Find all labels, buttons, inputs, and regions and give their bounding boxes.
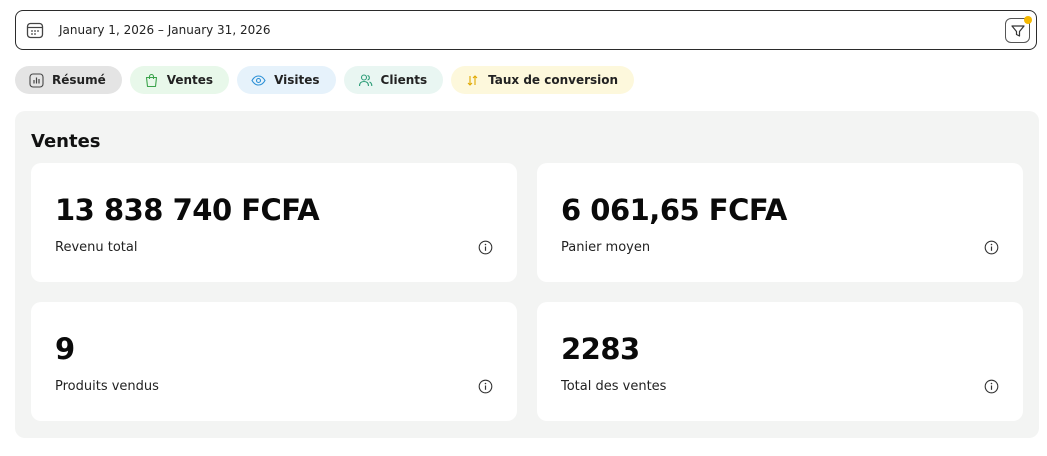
metric-card-produits-vendus: 9 Produits vendus xyxy=(31,302,517,421)
filter-button[interactable] xyxy=(1005,16,1032,43)
metric-value: 6 061,65 FCFA xyxy=(561,193,787,227)
tab-bar: Résumé Ventes Visites Clients Taux de co… xyxy=(15,66,635,94)
metric-label: Total des ventes xyxy=(561,379,667,394)
bar-chart-icon xyxy=(29,72,44,88)
tab-ventes[interactable]: Ventes xyxy=(129,66,230,94)
eye-icon xyxy=(251,73,266,88)
tab-label: Visites xyxy=(274,73,320,87)
tab-taux-de-conversion[interactable]: Taux de conversion xyxy=(451,66,635,94)
tab-clients[interactable]: Clients xyxy=(343,66,444,94)
info-icon[interactable] xyxy=(478,379,493,394)
date-range-text: January 1, 2026 – January 31, 2026 xyxy=(59,23,271,37)
metric-label: Produits vendus xyxy=(55,379,159,394)
filter-active-indicator xyxy=(1024,16,1032,24)
analytics-dashboard: January 1, 2026 – January 31, 2026 Résum… xyxy=(0,0,1047,456)
tab-visites[interactable]: Visites xyxy=(237,66,336,94)
section-title: Ventes xyxy=(31,131,101,152)
metric-value: 9 xyxy=(55,332,75,366)
metric-card-panier-moyen: 6 061,65 FCFA Panier moyen xyxy=(537,163,1023,282)
metric-card-revenu-total: 13 838 740 FCFA Revenu total xyxy=(31,163,517,282)
metric-value: 13 838 740 FCFA xyxy=(55,193,320,227)
info-icon[interactable] xyxy=(984,379,999,394)
info-icon[interactable] xyxy=(984,240,999,255)
metric-card-total-des-ventes: 2283 Total des ventes xyxy=(537,302,1023,421)
metric-value: 2283 xyxy=(561,332,640,366)
metric-label: Revenu total xyxy=(55,240,138,255)
metric-label: Panier moyen xyxy=(561,240,651,255)
tab-label: Résumé xyxy=(52,73,106,87)
users-icon xyxy=(358,73,373,88)
calendar-icon xyxy=(26,21,44,39)
tab-label: Clients xyxy=(380,73,428,87)
filter-icon xyxy=(1010,23,1026,39)
tab-resume[interactable]: Résumé xyxy=(15,66,122,94)
sort-arrows-icon xyxy=(465,73,480,88)
info-icon[interactable] xyxy=(478,240,493,255)
shopping-bag-icon xyxy=(144,73,159,88)
tab-label: Ventes xyxy=(166,73,214,87)
tab-label: Taux de conversion xyxy=(488,73,619,87)
date-range-picker[interactable]: January 1, 2026 – January 31, 2026 xyxy=(15,10,1037,50)
sales-panel: Ventes 13 838 740 FCFA Revenu total 6 06… xyxy=(15,111,1039,438)
